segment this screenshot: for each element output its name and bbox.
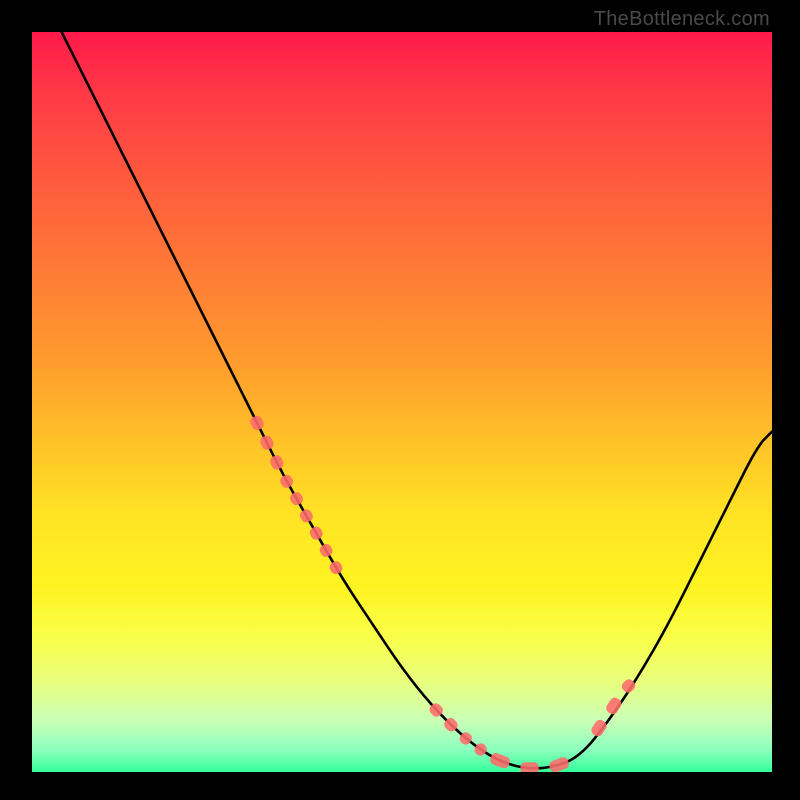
highlight-dash	[520, 762, 538, 772]
highlight-dash	[589, 718, 608, 738]
bottleneck-curve	[62, 32, 772, 768]
highlight-dash	[308, 525, 325, 542]
highlight-dash	[249, 414, 266, 432]
plot-area	[32, 32, 772, 772]
highlight-dash	[548, 756, 571, 772]
highlight-dash	[318, 542, 335, 559]
highlight-dash	[604, 696, 623, 716]
chart-stage: TheBottleneck.com	[0, 0, 800, 800]
highlight-dash	[328, 559, 345, 576]
highlight-dash	[259, 434, 276, 452]
watermark-label: TheBottleneck.com	[594, 8, 770, 31]
highlight-dash	[278, 473, 295, 490]
plot-svg	[32, 32, 772, 772]
highlight-dash	[489, 752, 512, 770]
highlight-dash	[288, 490, 305, 507]
highlight-dash	[268, 454, 285, 472]
highlight-dash	[298, 508, 315, 525]
